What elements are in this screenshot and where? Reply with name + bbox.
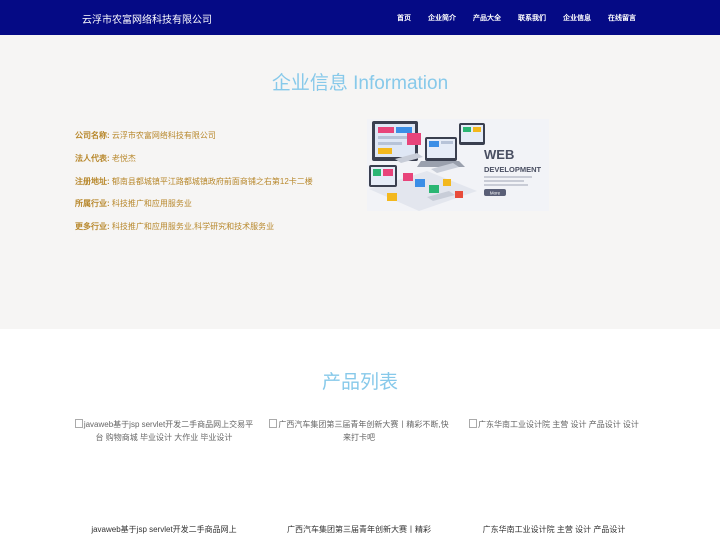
main-nav: 首页 企业简介 产品大全 联系我们 企业信息 在线留言 bbox=[380, 0, 636, 35]
broken-image-icon bbox=[74, 419, 83, 428]
product-card[interactable]: 广东华南工业设计院 主营 设计 产品设计 设计 广东华南工业设计院 主营 设计 … bbox=[464, 418, 644, 540]
product-image-alt: 广西汽车集团第三届青年创新大赛丨精彩不断,快来打卡吧 bbox=[278, 420, 449, 442]
field-company-name: 公司名称: 云浮市农富网络科技有限公司 bbox=[75, 130, 365, 153]
product-image[interactable]: javaweb基于jsp servlet开发二手商品网上交易平台 购物商城 毕业… bbox=[74, 418, 254, 516]
info-title: 企业信息 Information bbox=[271, 73, 449, 94]
illustration-line2: DEVELOPMENT bbox=[484, 165, 542, 174]
field-key: 所属行业: bbox=[75, 199, 110, 209]
company-fields: 公司名称: 云浮市农富网络科技有限公司 法人代表: 老悦杰 注册地址: 郁南县都… bbox=[75, 130, 365, 244]
products-title: 产品列表 bbox=[321, 372, 398, 393]
field-value: 科技推广和应用服务业 bbox=[111, 199, 192, 209]
illustration-more-button: More bbox=[490, 191, 501, 196]
top-navbar: 云浮市农富网络科技有限公司 首页 企业简介 产品大全 联系我们 企业信息 在线留… bbox=[0, 0, 720, 35]
product-image[interactable]: 广东华南工业设计院 主营 设计 产品设计 设计 bbox=[464, 418, 644, 516]
field-industry: 所属行业: 科技推广和应用服务业 bbox=[75, 198, 365, 221]
field-value: 老悦杰 bbox=[111, 153, 136, 163]
product-list-section: 产品列表 javaweb基于jsp servlet开发二手商品网上交易平台 购物… bbox=[0, 329, 720, 540]
nav-products[interactable]: 产品大全 bbox=[473, 13, 501, 23]
broken-image-icon bbox=[469, 419, 478, 428]
product-image-alt: 广东华南工业设计院 主营 设计 产品设计 设计 bbox=[478, 420, 639, 429]
nav-home[interactable]: 首页 bbox=[397, 13, 411, 23]
brand-name[interactable]: 云浮市农富网络科技有限公司 bbox=[82, 11, 212, 26]
company-info-section: 企业信息 Information 公司名称: 云浮市农富网络科技有限公司 法人代… bbox=[0, 35, 720, 329]
product-caption[interactable]: 广西汽车集团第三届青年创新大赛丨精彩 bbox=[269, 524, 449, 535]
field-value: 郁南县都城镇平江路都城镇政府前面商铺之右第12卡二楼 bbox=[111, 176, 313, 186]
product-image-alt: javaweb基于jsp servlet开发二手商品网上交易平台 购物商城 毕业… bbox=[83, 420, 254, 442]
nav-message[interactable]: 在线留言 bbox=[608, 13, 636, 23]
field-address: 注册地址: 郁南县都城镇平江路都城镇政府前面商铺之右第12卡二楼 bbox=[75, 176, 365, 199]
product-image[interactable]: 广西汽车集团第三届青年创新大赛丨精彩不断,快来打卡吧 bbox=[269, 418, 449, 516]
product-card[interactable]: javaweb基于jsp servlet开发二手商品网上交易平台 购物商城 毕业… bbox=[74, 418, 254, 540]
product-caption[interactable]: 广东华南工业设计院 主营 设计 产品设计 bbox=[464, 524, 644, 535]
nav-company-info[interactable]: 企业信息 bbox=[563, 13, 591, 23]
field-value: 科技推广和应用服务业,科学研究和技术服务业 bbox=[111, 222, 275, 231]
broken-image-icon bbox=[269, 419, 278, 428]
field-legal-rep: 法人代表: 老悦杰 bbox=[75, 153, 365, 176]
field-key: 更多行业: bbox=[75, 222, 110, 231]
illustration-graphic: WEB DEVELOPMENT More bbox=[367, 119, 549, 211]
field-key: 公司名称: bbox=[75, 131, 110, 140]
field-key: 注册地址: bbox=[75, 176, 110, 186]
product-card[interactable]: 广西汽车集团第三届青年创新大赛丨精彩不断,快来打卡吧 广西汽车集团第三届青年创新… bbox=[269, 418, 449, 540]
product-caption[interactable]: javaweb基于jsp servlet开发二手商品网上 bbox=[74, 524, 254, 535]
field-value: 云浮市农富网络科技有限公司 bbox=[111, 131, 216, 140]
nav-contact[interactable]: 联系我们 bbox=[518, 13, 546, 23]
web-development-illustration: WEB DEVELOPMENT More bbox=[367, 119, 549, 211]
field-key: 法人代表: bbox=[75, 153, 110, 163]
field-more-industry: 更多行业: 科技推广和应用服务业,科学研究和技术服务业 bbox=[75, 221, 365, 244]
nav-about[interactable]: 企业简介 bbox=[428, 13, 456, 23]
illustration-line1: WEB bbox=[484, 147, 514, 162]
